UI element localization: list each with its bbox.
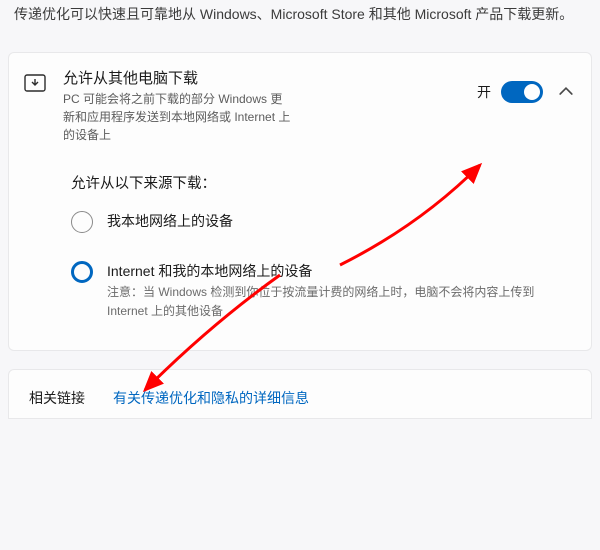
card-title: 允许从其他电脑下载 [63, 67, 461, 88]
toggle-state-label: 开 [477, 82, 491, 102]
related-links-title: 相关链接 [29, 388, 85, 408]
card-description: PC 可能会将之前下载的部分 Windows 更新和应用程序发送到本地网络或 I… [63, 90, 293, 144]
radio-icon [71, 211, 93, 233]
chevron-up-icon[interactable] [559, 84, 573, 100]
radio-icon [71, 261, 93, 283]
card-text: 允许从其他电脑下载 PC 可能会将之前下载的部分 Windows 更新和应用程序… [63, 67, 461, 144]
privacy-link[interactable]: 有关传递优化和隐私的详细信息 [113, 388, 309, 408]
radio-internet-and-local[interactable]: Internet 和我的本地网络上的设备 注意：当 Windows 检测到你位于… [71, 261, 573, 320]
card-header: 允许从其他电脑下载 PC 可能会将之前下载的部分 Windows 更新和应用程序… [23, 67, 573, 144]
radio-option2-label: Internet 和我的本地网络上的设备 [107, 261, 573, 281]
radio-local-network[interactable]: 我本地网络上的设备 [71, 211, 573, 233]
radio-option2-note: 注意：当 Windows 检测到你位于按流量计费的网络上时，电脑不会将内容上传到… [107, 283, 573, 320]
radio-group-heading: 允许从以下来源下载： [71, 172, 573, 193]
related-links-section: 相关链接 有关传递优化和隐私的详细信息 [8, 369, 592, 419]
radio-option1-label: 我本地网络上的设备 [107, 211, 233, 231]
toggle-knob [524, 84, 540, 100]
radio-label: Internet 和我的本地网络上的设备 注意：当 Windows 检测到你位于… [107, 261, 573, 320]
radio-label: 我本地网络上的设备 [107, 211, 233, 233]
allow-download-card: 允许从其他电脑下载 PC 可能会将之前下载的部分 Windows 更新和应用程序… [8, 52, 592, 352]
page-intro: 传递优化可以快速且可靠地从 Windows、Microsoft Store 和其… [0, 0, 600, 38]
allow-download-toggle[interactable] [501, 81, 543, 103]
card-controls: 开 [477, 81, 573, 103]
download-source-group: 允许从以下来源下载： 我本地网络上的设备 Internet 和我的本地网络上的设… [71, 172, 573, 321]
download-icon [23, 73, 47, 96]
